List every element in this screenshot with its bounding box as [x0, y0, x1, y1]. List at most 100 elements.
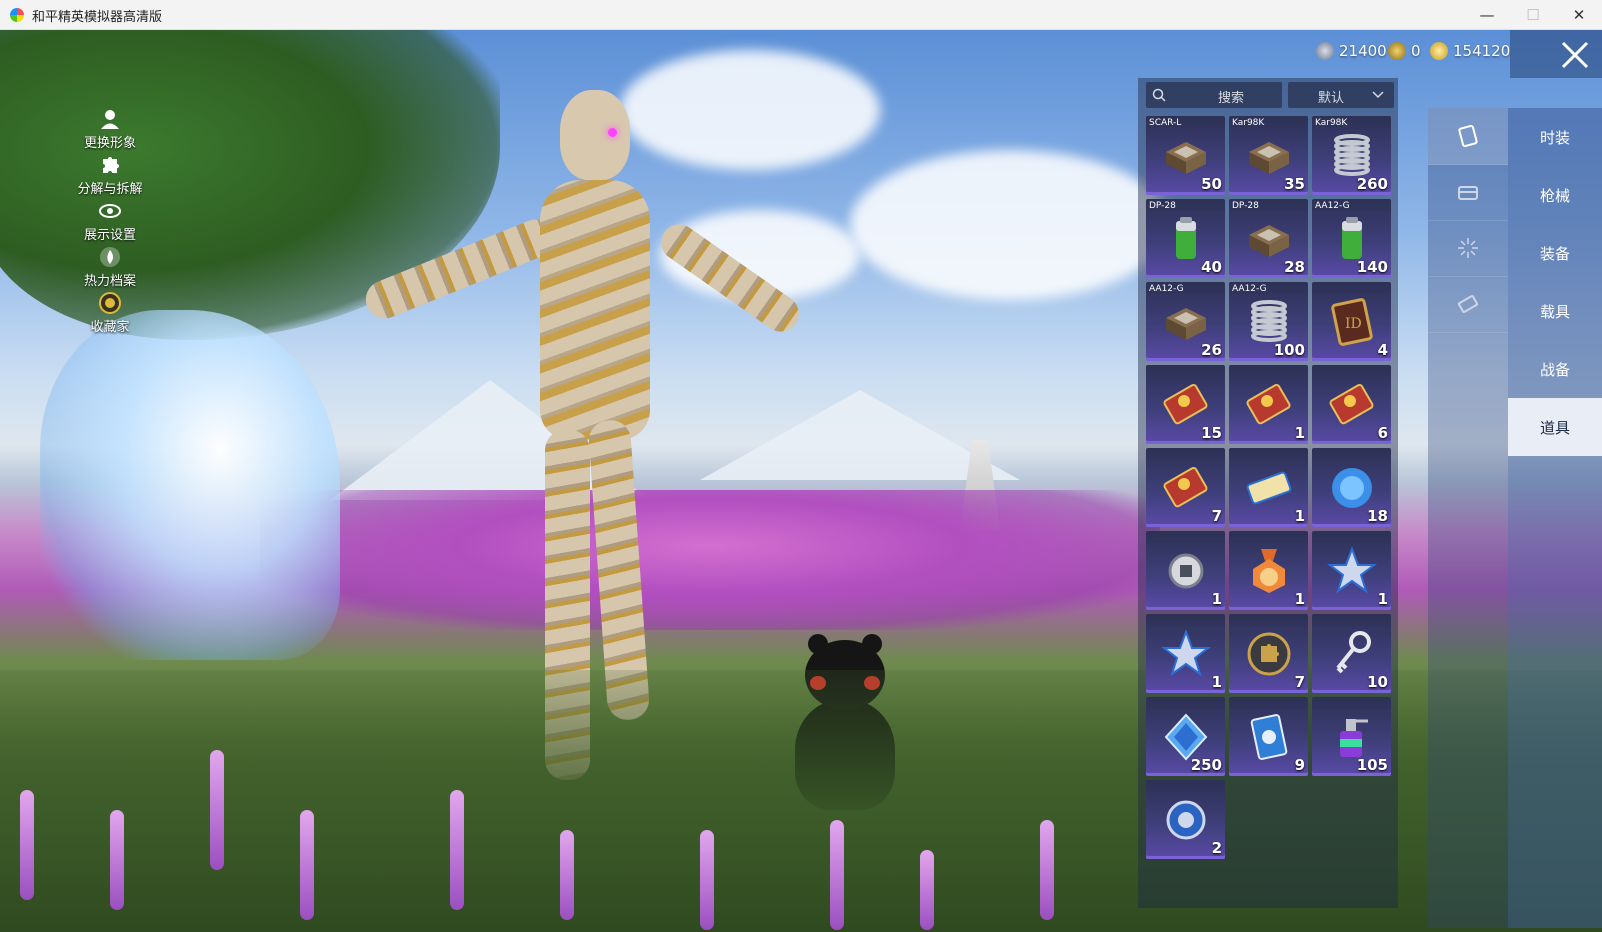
game-viewport[interactable]: 更换形象 分解与拆解 展示设置 热力档案 收藏家 21400 0 154120 [0, 30, 1602, 932]
person-icon [101, 110, 119, 129]
item-slot[interactable]: 9 [1229, 697, 1308, 776]
tab-fashion[interactable]: 时装 [1508, 108, 1602, 166]
item-count: 7 [1294, 673, 1305, 691]
lupin-flower [700, 830, 714, 930]
ticket-icon [1456, 292, 1480, 316]
currency-gold: 154120 [1430, 42, 1510, 60]
item-count: 9 [1294, 756, 1305, 774]
heat-archive-button[interactable]: 热力档案 [70, 246, 150, 289]
lupin-flower [830, 820, 844, 930]
item-slot[interactable]: DP-28 28 [1229, 199, 1308, 278]
tab-items[interactable]: 道具 [1508, 398, 1602, 456]
item-slot[interactable]: AA12-G 140 [1312, 199, 1391, 278]
item-name: AA12-G [1149, 284, 1184, 294]
chest-icon [1456, 180, 1480, 204]
window-close-button[interactable]: ✕ [1556, 0, 1602, 30]
tab-vehicles[interactable]: 载具 [1508, 282, 1602, 340]
item-slot[interactable]: 15 [1146, 365, 1225, 444]
item-count: 28 [1284, 258, 1305, 276]
item-slot[interactable]: 7 [1229, 614, 1308, 693]
item-count: 1 [1377, 590, 1388, 608]
item-slot[interactable]: 1 [1229, 365, 1308, 444]
display-settings-button[interactable]: 展示设置 [70, 200, 150, 243]
window-title: 和平精英模拟器高清版 [32, 10, 163, 25]
item-count: 10 [1367, 673, 1388, 691]
item-slot[interactable]: 250 [1146, 697, 1225, 776]
star-icon [1160, 628, 1212, 680]
item-count: 50 [1201, 175, 1222, 193]
lupin-flower [20, 790, 34, 900]
item-count: 105 [1356, 756, 1388, 774]
item-slot[interactable]: Kar98K 260 [1312, 116, 1391, 195]
currency-badge: 0 [1388, 42, 1421, 60]
search-input[interactable]: 搜索 [1146, 82, 1282, 108]
change-appearance-button[interactable]: 更换形象 [70, 108, 150, 151]
item-count: 2 [1211, 839, 1222, 857]
lupin-flower [300, 810, 314, 920]
window-titlebar: 和平精英模拟器高清版 — ☐ ✕ [0, 0, 1602, 30]
item-slot[interactable]: AA12-G 100 [1229, 282, 1308, 361]
star-icon [1326, 545, 1378, 597]
collector-button[interactable]: 收藏家 [70, 292, 150, 335]
cloud [850, 150, 1170, 300]
item-slot[interactable]: DP-28 40 [1146, 199, 1225, 278]
category-card[interactable] [1428, 108, 1508, 165]
menu-label: 热力档案 [83, 274, 136, 289]
maximize-button[interactable]: ☐ [1510, 0, 1556, 30]
item-slot[interactable]: 1 [1229, 531, 1308, 610]
tab-equipment[interactable]: 装备 [1508, 224, 1602, 282]
item-slot[interactable]: 1 [1146, 531, 1225, 610]
item-count: 1 [1294, 590, 1305, 608]
tab-gear[interactable]: 战备 [1508, 340, 1602, 398]
glowing-eye [608, 128, 617, 137]
character-torso [540, 180, 650, 440]
exp-card-icon [1160, 462, 1212, 514]
collector-badge-icon [99, 292, 121, 314]
item-slot[interactable]: Kar98K 35 [1229, 116, 1308, 195]
category-firework[interactable] [1428, 220, 1508, 277]
item-slot[interactable]: 6 [1312, 365, 1391, 444]
ticket-icon [1243, 462, 1295, 514]
item-name: AA12-G [1232, 284, 1267, 294]
category-ticket[interactable] [1428, 276, 1508, 333]
exp-card-icon [1243, 379, 1295, 431]
id-card-icon: ID [1326, 296, 1378, 348]
item-slot[interactable]: 1 [1146, 614, 1225, 693]
sort-dropdown[interactable]: 默认 [1288, 82, 1394, 108]
exp-card-icon [1326, 379, 1378, 431]
item-slot[interactable]: 1 [1229, 448, 1308, 527]
item-count: 35 [1284, 175, 1305, 193]
decompose-button[interactable]: 分解与拆解 [70, 154, 150, 197]
item-slot[interactable]: 2 [1146, 780, 1225, 859]
currency-value: 21400 [1339, 42, 1387, 60]
item-slot[interactable]: SCAR-L 50 [1146, 116, 1225, 195]
item-slot[interactable]: 105 [1312, 697, 1391, 776]
menu-label: 收藏家 [90, 320, 130, 335]
minimize-button[interactable]: — [1464, 0, 1510, 30]
silver-coin-icon [1316, 42, 1334, 60]
item-slot[interactable]: 1 [1312, 531, 1391, 610]
ice-qilin-pet[interactable] [40, 310, 340, 660]
item-count: 260 [1356, 175, 1388, 193]
item-slot[interactable]: 10 [1312, 614, 1391, 693]
flame-icon [100, 247, 120, 267]
item-slot[interactable]: 18 [1312, 448, 1391, 527]
puzzle-coin-icon [1243, 628, 1295, 680]
item-count: 15 [1201, 424, 1222, 442]
item-count: 40 [1201, 258, 1222, 276]
emblem-icon [1160, 794, 1212, 846]
tab-weapons[interactable]: 枪械 [1508, 166, 1602, 224]
category-chest[interactable] [1428, 164, 1508, 221]
badge-icon [1160, 545, 1212, 597]
gold-coin-icon [1430, 42, 1448, 60]
item-slot[interactable]: AA12-G 26 [1146, 282, 1225, 361]
item-name: Kar98K [1315, 118, 1348, 128]
close-game-panel-button[interactable] [1510, 30, 1602, 78]
item-slot[interactable]: 7 [1146, 448, 1225, 527]
category-tab-rail: 时装 枪械 装备 载具 战备 道具 [1508, 108, 1602, 928]
search-icon [1152, 88, 1166, 102]
lupin-flower [210, 750, 224, 870]
puzzle-icon [103, 157, 119, 173]
item-count: 1 [1211, 673, 1222, 691]
item-slot[interactable]: ID 4 [1312, 282, 1391, 361]
